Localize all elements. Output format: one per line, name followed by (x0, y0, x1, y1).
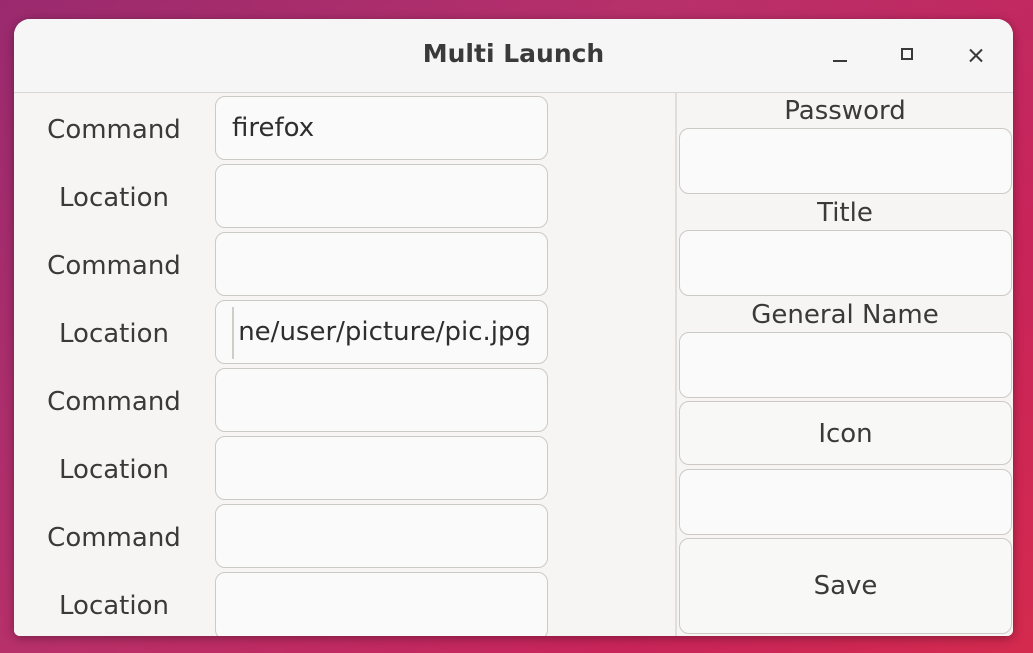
app-window: Multi Launch Command firefox Location Co… (14, 19, 1013, 636)
location-label-4: Location (59, 591, 169, 621)
scroll-edge-marker (232, 307, 234, 359)
general-name-label: General Name (751, 300, 939, 330)
title-label: Title (817, 198, 873, 228)
location-label-2: Location (59, 319, 169, 349)
maximize-icon[interactable] (890, 39, 926, 73)
command-label-3: Command (47, 387, 181, 417)
command-label-1: Command (47, 115, 181, 145)
command-label-4: Command (47, 523, 181, 553)
title-bar[interactable]: Multi Launch (14, 19, 1013, 93)
location-field-3[interactable] (215, 436, 548, 500)
command-field-3[interactable] (215, 368, 548, 432)
title-field[interactable] (679, 230, 1012, 296)
main-content: Command firefox Location Command Locatio… (14, 93, 1013, 636)
location-field-2-value: ne/user/picture/pic.jpg (238, 317, 531, 347)
location-field-2[interactable]: ne/user/picture/pic.jpg (215, 300, 548, 364)
location-field-4[interactable] (215, 572, 548, 636)
command-label-2: Command (47, 251, 181, 281)
icon-path-field[interactable] (679, 469, 1012, 535)
column-divider (675, 93, 677, 636)
location-label-1: Location (59, 183, 169, 213)
close-icon[interactable] (958, 39, 994, 73)
location-field-1[interactable] (215, 164, 548, 228)
command-field-2[interactable] (215, 232, 548, 296)
window-title: Multi Launch (422, 39, 605, 68)
password-label: Password (784, 96, 906, 126)
general-name-field[interactable] (679, 332, 1012, 398)
location-label-3: Location (59, 455, 169, 485)
save-button[interactable]: Save (679, 538, 1012, 634)
command-field-4[interactable] (215, 504, 548, 568)
command-field-1[interactable]: firefox (215, 96, 548, 160)
minimize-icon[interactable] (822, 39, 858, 73)
icon-button[interactable]: Icon (679, 401, 1012, 465)
password-field[interactable] (679, 128, 1012, 194)
